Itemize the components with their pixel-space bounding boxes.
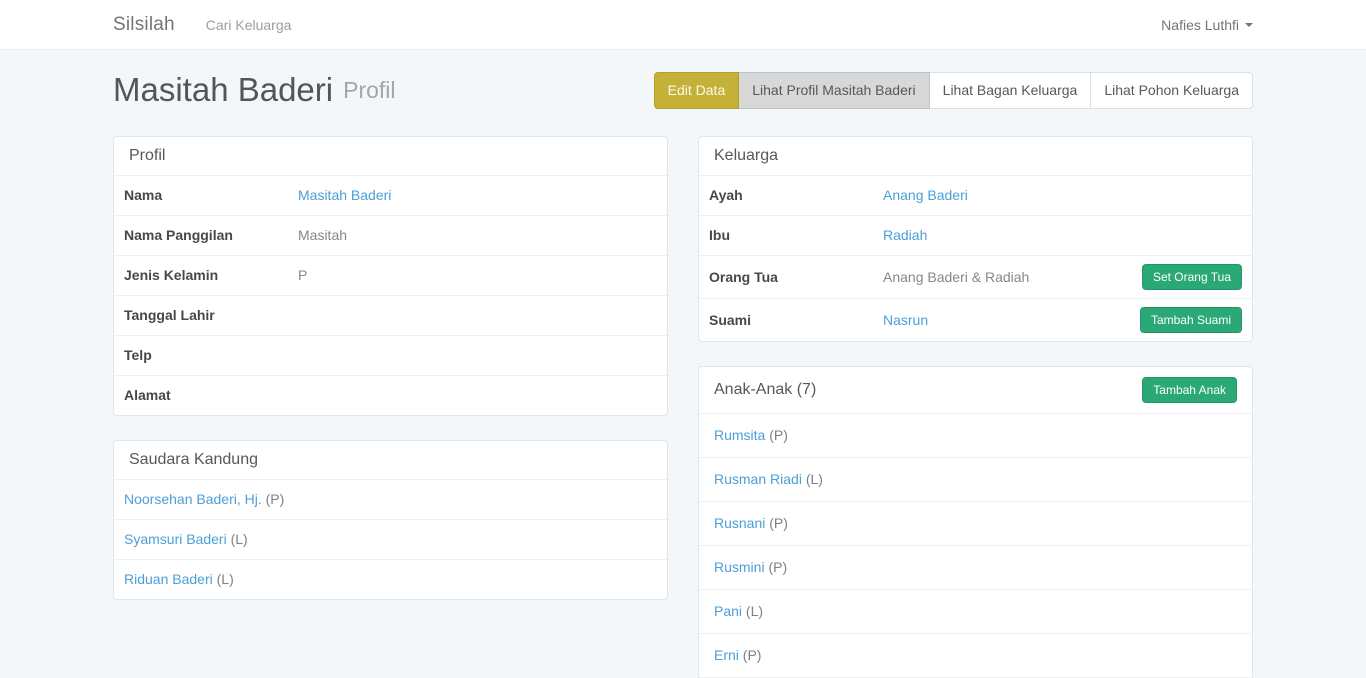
caret-down-icon	[1245, 23, 1253, 27]
user-menu[interactable]: Nafies Luthfi	[1161, 17, 1253, 33]
profil-panel-title: Profil	[114, 137, 667, 175]
list-item: Rumsita (P)	[699, 413, 1252, 457]
lihat-bagan-keluarga-button[interactable]: Lihat Bagan Keluarga	[929, 72, 1092, 109]
gender-label: (L)	[746, 603, 763, 619]
saudara-panel-title: Saudara Kandung	[114, 441, 667, 479]
table-row: Tanggal Lahir	[114, 295, 667, 335]
row-label: Tanggal Lahir	[114, 296, 298, 335]
nama-link[interactable]: Masitah Baderi	[298, 187, 391, 203]
set-orang-tua-button[interactable]: Set Orang Tua	[1142, 264, 1242, 290]
orang-tua-value: Anang Baderi & Radiah	[883, 268, 1029, 287]
lihat-pohon-keluarga-button[interactable]: Lihat Pohon Keluarga	[1090, 72, 1253, 109]
sibling-link[interactable]: Riduan Baderi	[124, 571, 213, 587]
row-label: Ibu	[699, 216, 883, 255]
row-value	[298, 336, 667, 375]
table-row: Ibu Radiah	[699, 215, 1252, 255]
sibling-link[interactable]: Noorsehan Baderi, Hj.	[124, 491, 262, 507]
user-name: Nafies Luthfi	[1161, 17, 1239, 33]
gender-label: (P)	[768, 559, 787, 575]
row-label: Suami	[699, 301, 883, 340]
list-item: Rusnani (P)	[699, 501, 1252, 545]
profil-panel: Profil Nama Masitah Baderi Nama Panggila…	[113, 136, 668, 416]
row-label: Jenis Kelamin	[114, 256, 298, 295]
child-link[interactable]: Rusnani	[714, 515, 765, 531]
page-header: Masitah Baderi Profil Edit Data Lihat Pr…	[113, 71, 1253, 109]
child-link[interactable]: Rusmini	[714, 559, 765, 575]
gender-label: (P)	[769, 515, 788, 531]
sibling-link[interactable]: Syamsuri Baderi	[124, 531, 227, 547]
tambah-suami-button[interactable]: Tambah Suami	[1140, 307, 1242, 333]
anak-anak-panel: Anak-Anak (7) Tambah Anak Rumsita (P) Ru…	[698, 366, 1253, 678]
gender-label: (P)	[743, 647, 762, 663]
tambah-anak-button[interactable]: Tambah Anak	[1142, 377, 1237, 403]
row-label: Nama Panggilan	[114, 216, 298, 255]
gender-label: (L)	[231, 531, 248, 547]
gender-label: (L)	[217, 571, 234, 587]
row-value	[298, 376, 667, 415]
navbar: Silsilah Cari Keluarga Nafies Luthfi	[0, 0, 1366, 50]
table-row: Ayah Anang Baderi	[699, 175, 1252, 215]
table-row: Nama Masitah Baderi	[114, 175, 667, 215]
page-title: Masitah Baderi	[113, 71, 333, 109]
child-link[interactable]: Rusman Riadi	[714, 471, 802, 487]
list-item: Rusman Riadi (L)	[699, 457, 1252, 501]
gender-label: (P)	[266, 491, 285, 507]
row-label: Nama	[114, 176, 298, 215]
table-row: Suami Nasrun Tambah Suami	[699, 298, 1252, 341]
brand-silsilah[interactable]: Silsilah	[113, 14, 175, 36]
table-row: Jenis Kelamin P	[114, 255, 667, 295]
row-label: Orang Tua	[699, 258, 883, 297]
row-value: P	[298, 256, 667, 295]
list-item: Pani (L)	[699, 589, 1252, 633]
row-value	[298, 296, 667, 335]
row-label: Alamat	[114, 376, 298, 415]
edit-data-button[interactable]: Edit Data	[654, 72, 740, 109]
row-label: Telp	[114, 336, 298, 375]
lihat-profil-button[interactable]: Lihat Profil Masitah Baderi	[738, 72, 929, 109]
list-item: Rusmini (P)	[699, 545, 1252, 589]
list-item: Riduan Baderi (L)	[114, 559, 667, 599]
profile-action-button-group: Edit Data Lihat Profil Masitah Baderi Li…	[654, 72, 1253, 109]
row-label: Ayah	[699, 176, 883, 215]
list-item: Syamsuri Baderi (L)	[114, 519, 667, 559]
page-subtitle: Profil	[343, 77, 395, 104]
anak-panel-title: Anak-Anak (7)	[714, 381, 816, 399]
child-link[interactable]: Pani	[714, 603, 742, 619]
list-item: Noorsehan Baderi, Hj. (P)	[114, 479, 667, 519]
gender-label: (L)	[806, 471, 823, 487]
table-row: Nama Panggilan Masitah	[114, 215, 667, 255]
nav-link-cari-keluarga[interactable]: Cari Keluarga	[206, 17, 292, 33]
main-content: Masitah Baderi Profil Edit Data Lihat Pr…	[0, 50, 1366, 678]
gender-label: (P)	[769, 427, 788, 443]
ibu-link[interactable]: Radiah	[883, 227, 927, 243]
suami-link[interactable]: Nasrun	[883, 311, 928, 330]
table-row: Alamat	[114, 375, 667, 415]
child-link[interactable]: Erni	[714, 647, 739, 663]
ayah-link[interactable]: Anang Baderi	[883, 187, 968, 203]
keluarga-panel-title: Keluarga	[699, 137, 1252, 175]
child-link[interactable]: Rumsita	[714, 427, 765, 443]
table-row: Orang Tua Anang Baderi & Radiah Set Oran…	[699, 255, 1252, 298]
table-row: Telp	[114, 335, 667, 375]
saudara-kandung-panel: Saudara Kandung Noorsehan Baderi, Hj. (P…	[113, 440, 668, 600]
list-item: Erni (P)	[699, 633, 1252, 677]
keluarga-panel: Keluarga Ayah Anang Baderi Ibu Radiah Or…	[698, 136, 1253, 342]
row-value: Masitah	[298, 216, 667, 255]
